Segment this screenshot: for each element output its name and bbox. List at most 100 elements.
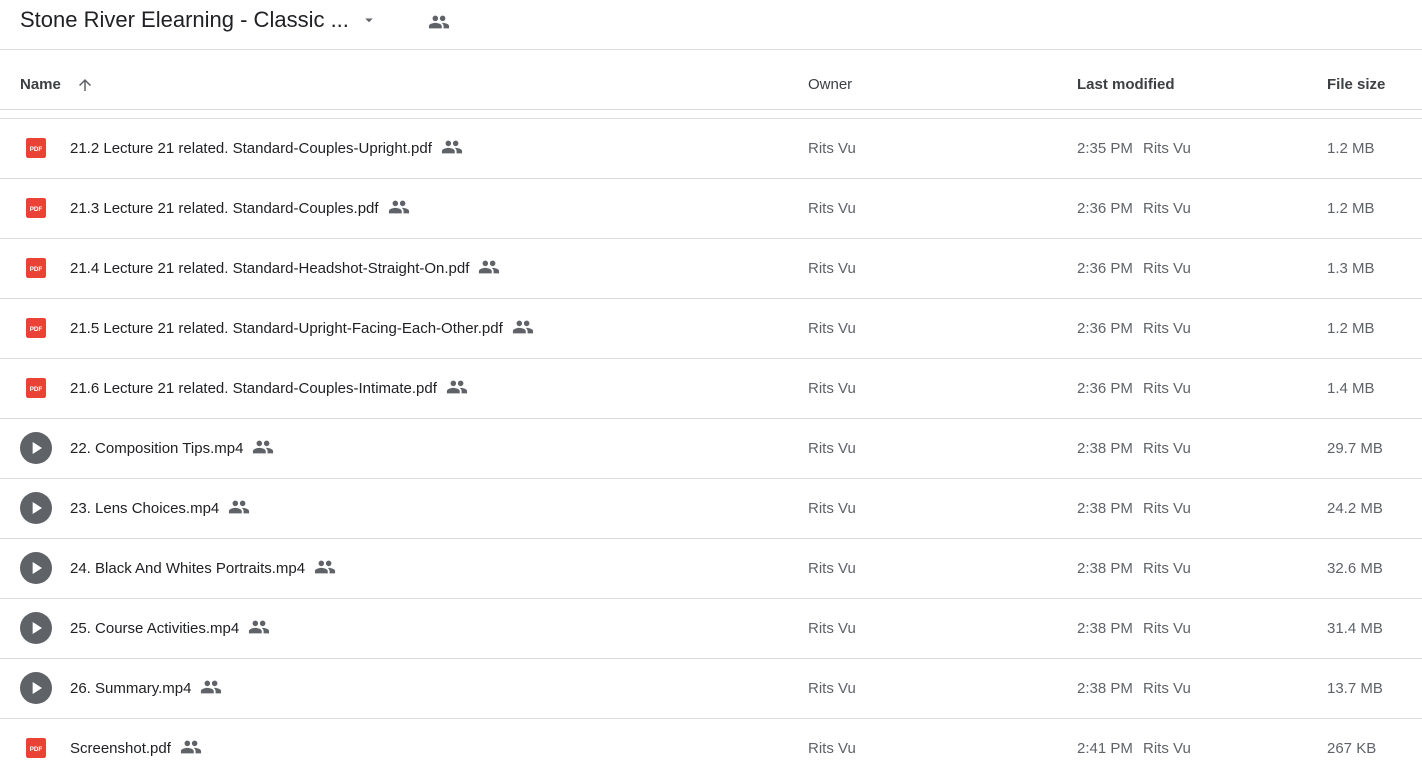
modified-by-cell: Rits Vu — [1143, 140, 1191, 157]
file-row[interactable]: PDF 21.5 Lecture 21 related. Standard-Up… — [0, 299, 1422, 359]
owner-cell: Rits Vu — [808, 740, 856, 757]
file-name: Screenshot.pdf — [70, 740, 171, 757]
file-row[interactable]: PDF 21.3 Lecture 21 related. Standard-Co… — [0, 179, 1422, 239]
modified-by-cell: Rits Vu — [1143, 620, 1191, 637]
owner-cell: Rits Vu — [808, 260, 856, 277]
video-file-icon — [20, 552, 52, 584]
file-size-cell: 1.3 MB — [1327, 260, 1375, 277]
modified-by-cell: Rits Vu — [1143, 500, 1191, 517]
modified-time-cell: 2:38 PM — [1077, 620, 1133, 637]
pdf-badge-text: PDF — [30, 386, 43, 393]
modified-time-cell: 2:38 PM — [1077, 440, 1133, 457]
file-size-cell: 1.2 MB — [1327, 320, 1375, 337]
column-header-file-size[interactable]: File size — [1327, 50, 1385, 110]
modified-by-cell: Rits Vu — [1143, 320, 1191, 337]
column-header-name[interactable]: Name — [20, 50, 61, 110]
people-icon — [512, 320, 533, 334]
people-icon[interactable] — [428, 11, 450, 33]
owner-cell: Rits Vu — [808, 200, 856, 217]
file-name-cell: 21.4 Lecture 21 related. Standard-Headsh… — [70, 239, 500, 299]
modified-by-cell: Rits Vu — [1143, 560, 1191, 577]
modified-by-cell: Rits Vu — [1143, 680, 1191, 697]
file-name-cell: 22. Composition Tips.mp4 — [70, 419, 274, 479]
file-size-cell: 13.7 MB — [1327, 680, 1383, 697]
people-icon — [253, 440, 274, 454]
people-icon — [446, 380, 467, 394]
people-icon — [315, 560, 336, 574]
top-bar: Stone River Elearning - Classic ... — [0, 0, 1422, 50]
column-header-row: Name Owner Last modified File size — [0, 50, 1422, 110]
file-name-cell: 23. Lens Choices.mp4 — [70, 479, 250, 539]
file-name: 25. Course Activities.mp4 — [70, 620, 240, 637]
modified-time-cell: 2:38 PM — [1077, 560, 1133, 577]
arrow-up-icon[interactable] — [76, 76, 94, 94]
pdf-badge-text: PDF — [30, 146, 43, 153]
file-name-cell: Screenshot.pdf — [70, 719, 202, 779]
file-size-cell: 1.2 MB — [1327, 200, 1375, 217]
owner-cell: Rits Vu — [808, 680, 856, 697]
file-size-cell: 1.4 MB — [1327, 380, 1375, 397]
modified-by-cell: Rits Vu — [1143, 260, 1191, 277]
column-header-last-modified[interactable]: Last modified — [1077, 50, 1175, 110]
file-row[interactable]: PDF 21.4 Lecture 21 related. Standard-He… — [0, 239, 1422, 299]
file-list: PDF 21.2 Lecture 21 related. Standard-Co… — [0, 119, 1422, 779]
people-icon — [441, 140, 462, 154]
file-name-cell: 26. Summary.mp4 — [70, 659, 222, 719]
file-name-cell: 21.2 Lecture 21 related. Standard-Couple… — [70, 119, 463, 179]
file-row[interactable]: 23. Lens Choices.mp4 Rits Vu 2:38 PM Rit… — [0, 479, 1422, 539]
pdf-file-icon: PDF — [26, 378, 46, 398]
owner-cell: Rits Vu — [808, 380, 856, 397]
folder-title[interactable]: Stone River Elearning - Classic ... — [20, 6, 349, 34]
pdf-badge-text: PDF — [30, 266, 43, 273]
people-icon — [201, 680, 222, 694]
arrow-drop-down-icon[interactable] — [360, 11, 378, 29]
file-name-cell: 21.6 Lecture 21 related. Standard-Couple… — [70, 359, 468, 419]
file-size-cell: 267 KB — [1327, 740, 1377, 757]
modified-time-cell: 2:36 PM — [1077, 320, 1133, 337]
file-row[interactable]: 25. Course Activities.mp4 Rits Vu 2:38 P… — [0, 599, 1422, 659]
people-icon — [229, 500, 250, 514]
pdf-file-icon: PDF — [26, 198, 46, 218]
modified-by-cell: Rits Vu — [1143, 440, 1191, 457]
column-header-owner: Owner — [808, 76, 853, 93]
file-name: 24. Black And Whites Portraits.mp4 — [70, 560, 306, 577]
file-row[interactable]: PDF 21.2 Lecture 21 related. Standard-Co… — [0, 119, 1422, 179]
owner-cell: Rits Vu — [808, 140, 856, 157]
people-icon — [479, 260, 500, 274]
owner-cell: Rits Vu — [808, 320, 856, 337]
file-name-cell: 21.5 Lecture 21 related. Standard-Uprigh… — [70, 299, 534, 359]
owner-cell: Rits Vu — [808, 500, 856, 517]
file-name: 21.2 Lecture 21 related. Standard-Couple… — [70, 140, 432, 157]
file-name-cell: 25. Course Activities.mp4 — [70, 599, 270, 659]
file-name: 21.4 Lecture 21 related. Standard-Headsh… — [70, 260, 470, 277]
file-row[interactable]: 24. Black And Whites Portraits.mp4 Rits … — [0, 539, 1422, 599]
pdf-file-icon: PDF — [26, 318, 46, 338]
video-file-icon — [20, 432, 52, 464]
pdf-badge-text: PDF — [30, 206, 43, 213]
file-row[interactable]: PDF 21.6 Lecture 21 related. Standard-Co… — [0, 359, 1422, 419]
pdf-file-icon: PDF — [26, 138, 46, 158]
people-icon — [180, 740, 201, 754]
video-file-icon — [20, 672, 52, 704]
file-size-cell: 24.2 MB — [1327, 500, 1383, 517]
file-size-cell: 32.6 MB — [1327, 560, 1383, 577]
file-name: 22. Composition Tips.mp4 — [70, 440, 244, 457]
modified-time-cell: 2:41 PM — [1077, 740, 1133, 757]
video-file-icon — [20, 612, 52, 644]
owner-cell: Rits Vu — [808, 620, 856, 637]
modified-by-cell: Rits Vu — [1143, 380, 1191, 397]
file-row[interactable]: 22. Composition Tips.mp4 Rits Vu 2:38 PM… — [0, 419, 1422, 479]
file-size-cell: 1.2 MB — [1327, 140, 1375, 157]
file-row[interactable]: 26. Summary.mp4 Rits Vu 2:38 PM Rits Vu … — [0, 659, 1422, 719]
file-size-cell: 29.7 MB — [1327, 440, 1383, 457]
modified-time-cell: 2:36 PM — [1077, 200, 1133, 217]
people-icon — [249, 620, 270, 634]
file-name-cell: 24. Black And Whites Portraits.mp4 — [70, 539, 336, 599]
modified-time-cell: 2:38 PM — [1077, 500, 1133, 517]
modified-time-cell: 2:36 PM — [1077, 260, 1133, 277]
file-row[interactable]: PDF Screenshot.pdf Rits Vu 2:41 PM Rits … — [0, 719, 1422, 779]
modified-time-cell: 2:36 PM — [1077, 380, 1133, 397]
file-name: 26. Summary.mp4 — [70, 680, 192, 697]
file-name: 21.3 Lecture 21 related. Standard-Couple… — [70, 200, 379, 217]
file-size-cell: 31.4 MB — [1327, 620, 1383, 637]
